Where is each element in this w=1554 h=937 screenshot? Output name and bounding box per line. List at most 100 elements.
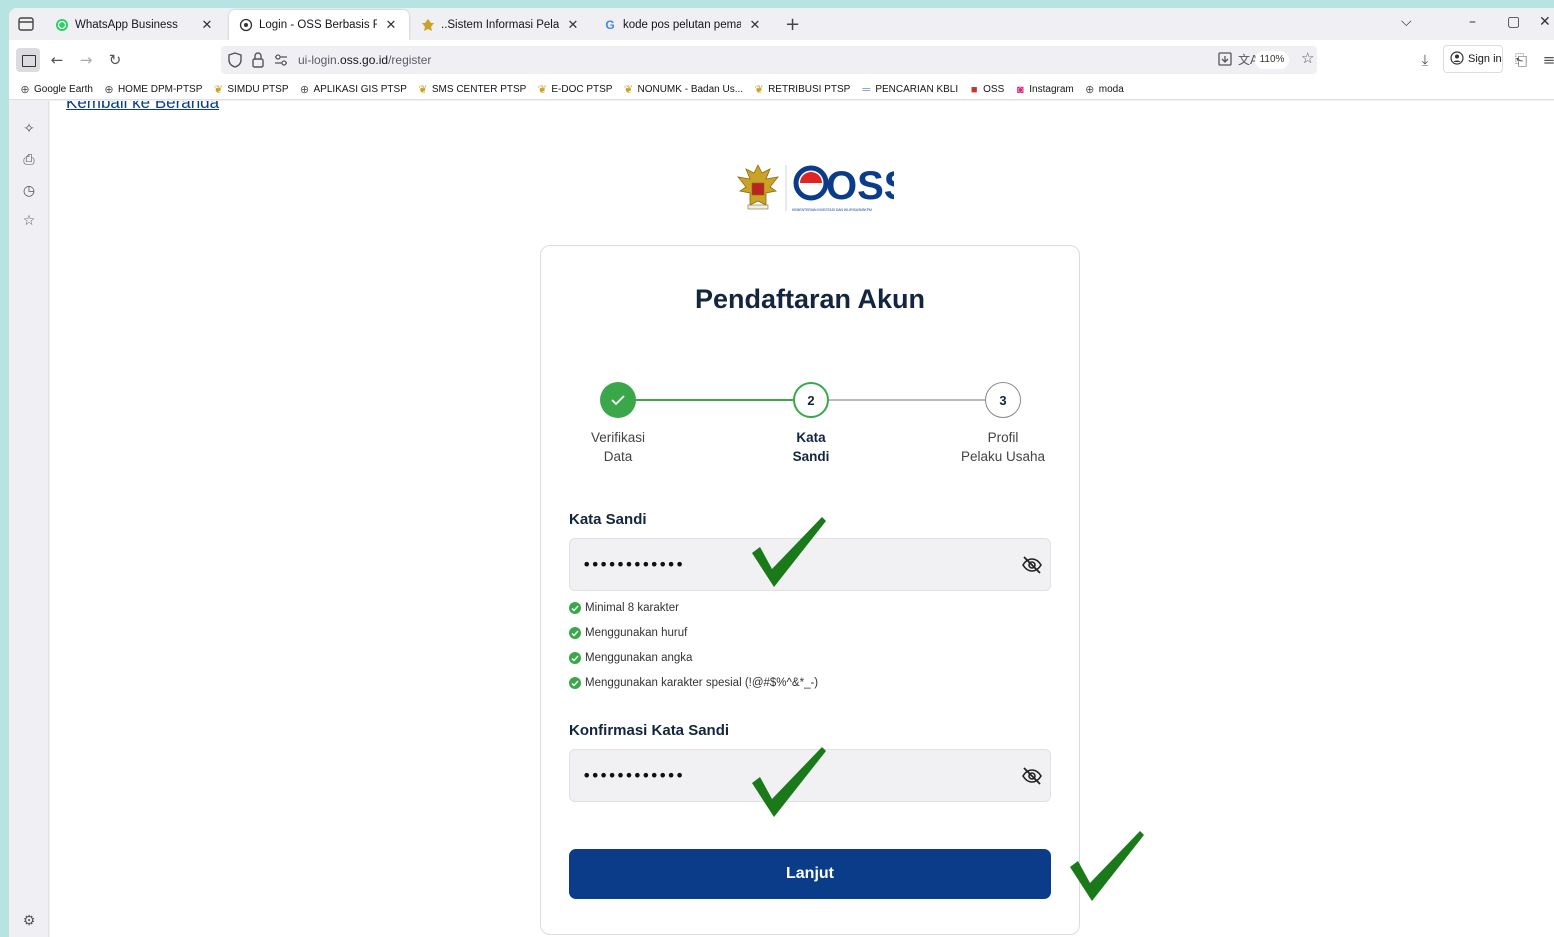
page-content: Kembali ke Beranda OSS KEMENTERIAN INVES… — [50, 101, 1554, 937]
chevron-down-icon[interactable]: ⌵ — [1401, 14, 1412, 30]
step-1-label: Verifikasi Data — [590, 430, 646, 464]
zoom-level[interactable]: 110% — [1255, 51, 1289, 69]
new-tab-icon[interactable]: + — [785, 14, 800, 35]
tab-title: WhatsApp Business — [75, 19, 178, 31]
tab-title: kode pos pelutan pemalang - P — [623, 19, 741, 31]
garuda-emblem-icon: OSS KEMENTERIAN INVESTASI DAN HILIRISASI… — [737, 164, 910, 212]
bookmarks-icon[interactable]: ☆ — [21, 213, 37, 229]
globe-icon: ⊕ — [20, 84, 30, 96]
globe-icon: ⊕ — [299, 84, 310, 96]
oss-icon: ■ — [970, 83, 978, 96]
sidebar-toggle-icon[interactable] — [16, 48, 40, 72]
garuda-icon: ❦ — [213, 84, 223, 96]
requirement-text: Minimal 8 karakter — [585, 602, 679, 614]
garuda-icon — [421, 18, 435, 32]
minimize-icon[interactable]: – — [1469, 14, 1476, 30]
annotation-checkmark-icon — [1070, 831, 1144, 901]
close-tab-icon[interactable]: ✕ — [565, 17, 581, 33]
step-2-label: Kata Sandi — [792, 430, 830, 464]
globe-icon: ⊕ — [104, 84, 114, 96]
download-icon[interactable]: ⤓ — [1415, 50, 1435, 70]
check-circle-icon — [569, 627, 581, 639]
globe-icon: ⊕ — [1085, 84, 1095, 96]
reload-icon[interactable]: ↻ — [105, 50, 125, 70]
tab-title: Login - OSS Berbasis Risiko — [259, 19, 377, 31]
history-icon[interactable]: ◷ — [21, 183, 37, 199]
bookmark-label: HOME DPM-PTSP — [117, 84, 203, 95]
bookmark-label: Instagram — [1029, 84, 1074, 95]
garuda-icon: ❦ — [418, 84, 428, 96]
whatsapp-icon — [55, 18, 69, 32]
tab-sistem-informasi[interactable]: ..Sistem Informasi Pelayanan Pe ✕ — [411, 10, 591, 40]
tab-title: ..Sistem Informasi Pelayanan Pe — [441, 19, 559, 31]
back-to-home-link[interactable]: Kembali ke Beranda — [66, 101, 219, 113]
bookmark-item[interactable]: ═ PENCARIAN KBLI — [860, 84, 958, 96]
stepper-line-complete — [636, 399, 793, 401]
requirement-letters: Menggunakan huruf — [569, 627, 687, 639]
bookmark-item[interactable]: ❦ SMS CENTER PTSP — [417, 84, 526, 96]
continue-button[interactable]: Lanjut — [569, 849, 1051, 899]
requirement-special-chars: Menggunakan karakter spesial (!@#$%^&*_-… — [569, 677, 818, 689]
bookmark-label: SIMDU PTSP — [227, 84, 289, 95]
hide-password-icon[interactable] — [1021, 554, 1043, 576]
synced-tabs-icon[interactable]: ⎙ — [21, 152, 37, 168]
tab-google-search[interactable]: G kode pos pelutan pemalang - P ✕ — [593, 10, 773, 40]
url-text[interactable]: ui-login.oss.go.id/register — [298, 53, 431, 67]
sign-in-button[interactable]: Sign in — [1443, 45, 1503, 73]
step-3-circle: 3 — [985, 382, 1021, 418]
extensions-icon[interactable]: ⎗ — [1511, 50, 1531, 70]
page-icon — [239, 18, 253, 32]
forward-arrow-icon[interactable]: → — [76, 50, 96, 70]
bookmark-item[interactable]: ❦ RETRIBUSI PTSP — [753, 84, 850, 96]
close-tab-icon[interactable]: ✕ — [199, 17, 215, 33]
sign-in-label: Sign in — [1468, 53, 1502, 65]
annotation-checkmark-icon — [752, 517, 826, 587]
settings-icon[interactable]: ⚙ — [21, 913, 37, 929]
bookmark-item[interactable]: ⊕ HOME DPM-PTSP — [103, 84, 202, 96]
bookmark-label: E-DOC PTSP — [551, 84, 613, 95]
permissions-icon[interactable] — [273, 52, 289, 71]
tab-oss-login[interactable]: Login - OSS Berbasis Risiko ✕ — [229, 10, 409, 40]
stepper-line-pending — [829, 399, 986, 401]
bookmark-item[interactable]: ❦ E-DOC PTSP — [536, 84, 613, 96]
bookmark-item[interactable]: ⊕ moda — [1084, 84, 1124, 96]
lock-icon[interactable] — [251, 51, 265, 73]
tab-list-icon[interactable] — [17, 15, 35, 33]
bookmark-star-icon[interactable]: ☆ — [1301, 49, 1314, 67]
tab-whatsapp[interactable]: WhatsApp Business ✕ — [45, 10, 225, 40]
navigation-bar: ← → ↻ ui-login.oss.go.id/register 文A 110… — [9, 40, 1554, 80]
address-bar[interactable]: ui-login.oss.go.id/register 文A 110% ☆ — [221, 46, 1317, 74]
hide-password-icon[interactable] — [1021, 765, 1043, 787]
dash-icon: ═ — [862, 83, 871, 96]
bookmark-label: SMS CENTER PTSP — [431, 84, 527, 95]
garuda-icon: ❦ — [754, 84, 764, 96]
close-window-icon[interactable]: ✕ — [1539, 14, 1551, 30]
shield-icon[interactable] — [227, 51, 243, 73]
ai-chatbot-icon[interactable]: ✧ — [21, 121, 37, 137]
bookmark-label: moda — [1098, 84, 1124, 95]
menu-icon[interactable]: ≡ — [1539, 50, 1554, 70]
step-2-circle: 2 — [793, 382, 829, 418]
requirement-numbers: Menggunakan angka — [569, 652, 692, 664]
close-tab-icon[interactable]: ✕ — [747, 17, 763, 33]
check-circle-icon — [569, 677, 581, 689]
password-label: Kata Sandi — [569, 511, 647, 528]
bookmark-item[interactable]: ❦ NONUMK - Badan Us... — [622, 84, 743, 96]
requirement-text: Menggunakan karakter spesial (!@#$%^&*_-… — [585, 677, 819, 689]
bookmark-item[interactable]: ⊕ Google Earth — [19, 84, 93, 96]
bookmark-item[interactable]: ◙ Instagram — [1014, 84, 1074, 96]
bookmark-item[interactable]: ❦ SIMDU PTSP — [212, 84, 289, 96]
bookmark-item[interactable]: ⊕ APLIKASI GIS PTSP — [299, 84, 407, 96]
reader-view-icon[interactable] — [1217, 51, 1233, 71]
bookmark-item[interactable]: ■ OSS — [968, 84, 1004, 96]
bookmark-label: APLIKASI GIS PTSP — [313, 84, 407, 95]
page-title: Pendaftaran Akun — [694, 284, 926, 314]
restore-icon[interactable]: ▢ — [1507, 14, 1520, 30]
google-icon: G — [605, 18, 615, 32]
registration-card: Pendaftaran Akun 2 3 Verifikasi Data Kat… — [540, 245, 1080, 935]
step-1-complete-icon — [600, 382, 636, 418]
browser-window: WhatsApp Business ✕ Login - OSS Berbasis… — [9, 8, 1554, 937]
close-tab-icon[interactable]: ✕ — [383, 17, 399, 33]
step-3-label: Profil Pelaku Usaha — [960, 430, 1046, 464]
back-arrow-icon[interactable]: ← — [47, 50, 67, 70]
